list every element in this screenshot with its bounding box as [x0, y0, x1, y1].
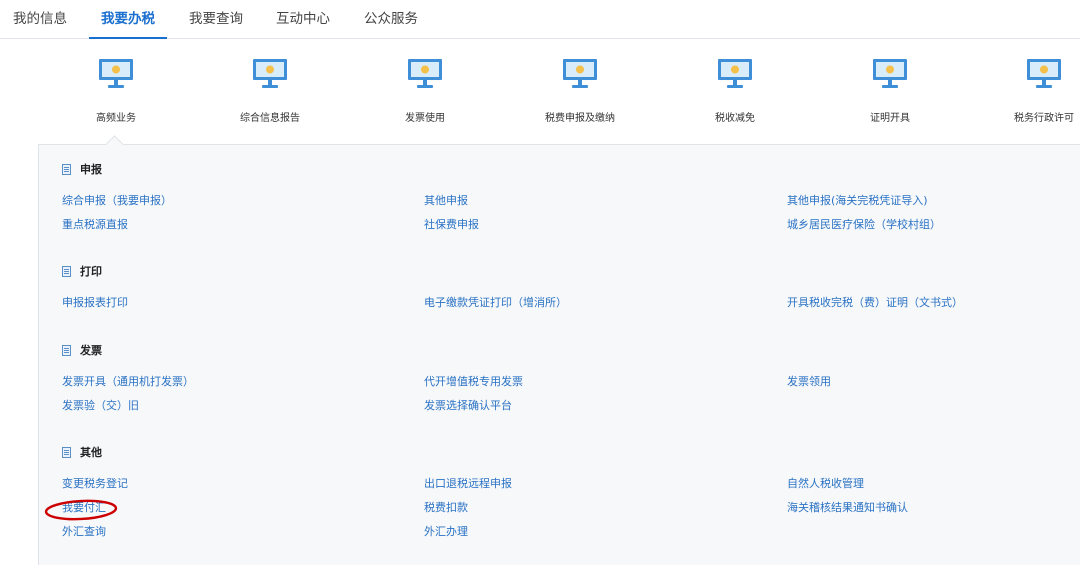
- monitor-icon: [253, 59, 287, 88]
- link-comprehensive-declare[interactable]: 综合申报（我要申报）: [62, 194, 172, 208]
- category-admin-permit[interactable]: 税务行政许可: [979, 58, 1080, 124]
- section-title-text: 打印: [80, 265, 102, 278]
- section-title-text: 其他: [80, 446, 102, 459]
- section-title-invoice: 发票: [62, 343, 102, 359]
- category-label: 高频业务: [96, 113, 136, 124]
- top-tab-bar: 我的信息 我要办税 我要查询 互动中心 公众服务: [0, 0, 1080, 39]
- link-vat-special-invoice[interactable]: 代开增值税专用发票: [424, 375, 523, 389]
- category-icon-row: 高频业务 综合信息报告 发票使用 税费申报及缴纳 税收减免 证明开具 税务行政许…: [0, 38, 1080, 144]
- section-title-declare: 申报: [62, 162, 102, 178]
- category-high-frequency[interactable]: 高频业务: [51, 58, 181, 124]
- category-label: 证明开具: [870, 113, 910, 124]
- link-forex-handling[interactable]: 外汇办理: [424, 525, 468, 539]
- link-other-declare-customs[interactable]: 其他申报(海关完税凭证导入): [787, 194, 928, 208]
- monitor-icon: [99, 59, 133, 88]
- category-label: 税收减免: [715, 113, 755, 124]
- category-declare-and-pay[interactable]: 税费申报及缴纳: [515, 58, 645, 124]
- category-tax-relief[interactable]: 税收减免: [670, 58, 800, 124]
- tab-interaction-center[interactable]: 互动中心: [276, 0, 330, 38]
- document-icon: [62, 446, 71, 458]
- tab-tax-handling[interactable]: 我要办税: [89, 0, 167, 39]
- link-customs-audit-confirm[interactable]: 海关稽核结果通知书确认: [787, 501, 908, 515]
- link-forex-query[interactable]: 外汇查询: [62, 525, 106, 539]
- monitor-icon: [563, 59, 597, 88]
- category-certificate[interactable]: 证明开具: [825, 58, 955, 124]
- link-tax-deduction[interactable]: 税费扣款: [424, 501, 468, 515]
- link-invoice-collect[interactable]: 发票领用: [787, 375, 831, 389]
- section-title-text: 申报: [80, 163, 102, 176]
- tab-public-service[interactable]: 公众服务: [364, 0, 418, 38]
- document-icon: [62, 163, 71, 175]
- link-social-insurance-declare[interactable]: 社保费申报: [424, 218, 479, 232]
- category-invoice-use[interactable]: 发票使用: [360, 58, 490, 124]
- tab-my-info[interactable]: 我的信息: [13, 0, 67, 38]
- category-comprehensive-report[interactable]: 综合信息报告: [205, 58, 335, 124]
- link-resident-medical-insurance[interactable]: 城乡居民医疗保险（学校村组）: [787, 218, 941, 232]
- link-invoice-confirm-platform[interactable]: 发票选择确认平台: [424, 399, 512, 413]
- link-key-tax-source[interactable]: 重点税源直报: [62, 218, 128, 232]
- link-change-tax-registration[interactable]: 变更税务登记: [62, 477, 128, 491]
- category-label: 发票使用: [405, 113, 445, 124]
- category-label: 税务行政许可: [1014, 113, 1074, 124]
- monitor-icon: [408, 59, 442, 88]
- document-icon: [62, 265, 71, 277]
- monitor-icon: [873, 59, 907, 88]
- category-label: 综合信息报告: [240, 113, 300, 124]
- link-invoice-verify-old[interactable]: 发票验（交）旧: [62, 399, 139, 413]
- tab-query[interactable]: 我要查询: [189, 0, 243, 38]
- document-icon: [62, 344, 71, 356]
- monitor-icon: [1027, 59, 1061, 88]
- link-tax-payment-certificate[interactable]: 开具税收完税（费）证明（文书式）: [787, 296, 963, 310]
- section-title-text: 发票: [80, 344, 102, 357]
- category-label: 税费申报及缴纳: [545, 113, 615, 124]
- link-other-declare[interactable]: 其他申报: [424, 194, 468, 208]
- section-title-other: 其他: [62, 445, 102, 461]
- monitor-icon: [718, 59, 752, 88]
- link-e-payment-voucher-print[interactable]: 电子缴款凭证打印（增消所）: [424, 296, 567, 310]
- section-title-print: 打印: [62, 264, 102, 280]
- link-natural-person-tax[interactable]: 自然人税收管理: [787, 477, 864, 491]
- link-export-rebate-remote[interactable]: 出口退税远程申报: [424, 477, 512, 491]
- link-report-print[interactable]: 申报报表打印: [62, 296, 128, 310]
- highlight-ellipse: [44, 499, 118, 521]
- link-invoice-issue[interactable]: 发票开具（通用机打发票）: [62, 375, 194, 389]
